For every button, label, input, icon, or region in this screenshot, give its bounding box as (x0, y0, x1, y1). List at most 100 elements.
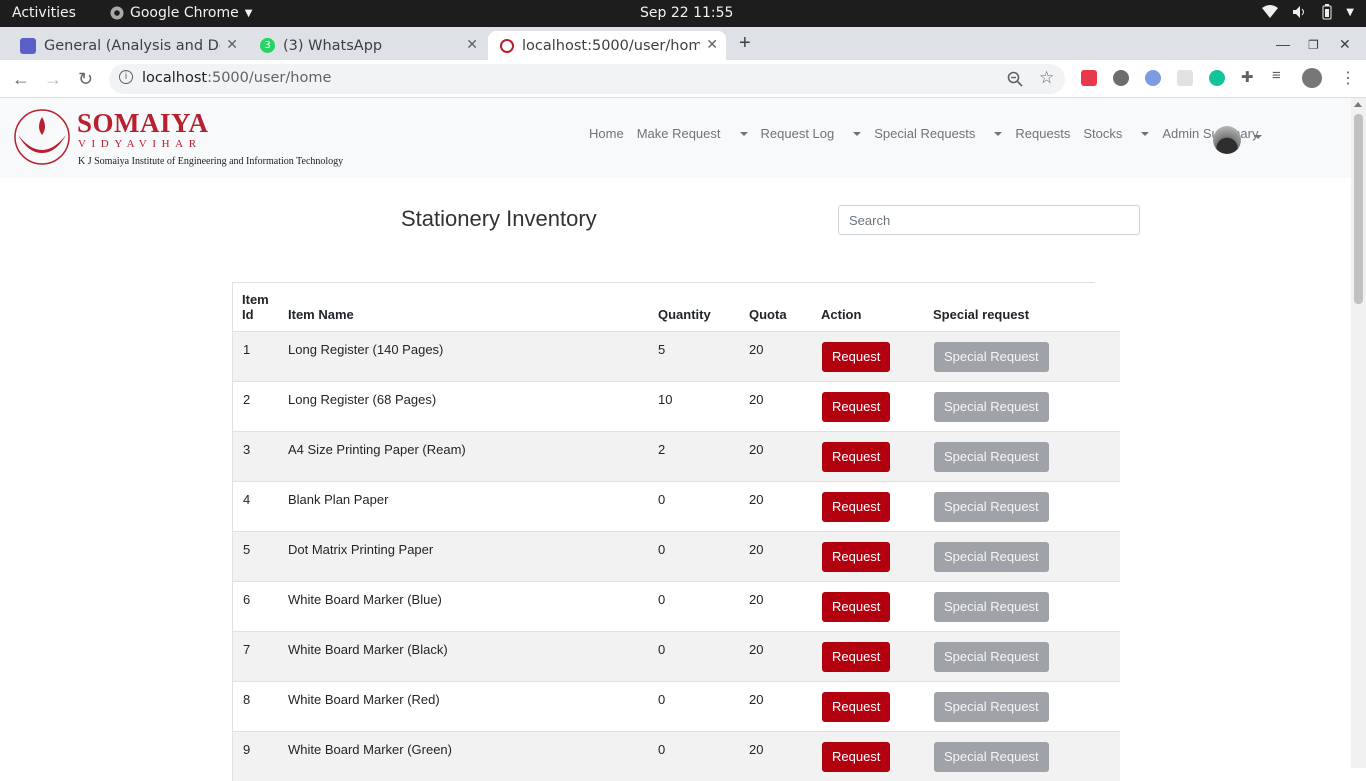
request-button[interactable]: Request (822, 692, 891, 722)
cell-quantity: 0 (658, 542, 666, 557)
cell-quota: 20 (749, 542, 764, 557)
close-icon[interactable]: ✕ (706, 37, 718, 53)
cell-item-id: 1 (243, 342, 251, 357)
close-icon[interactable]: ✕ (466, 37, 478, 53)
cell-item-name: White Board Marker (Blue) (288, 592, 442, 607)
special-request-button[interactable]: Special Request (934, 392, 1049, 422)
grammarly-icon[interactable] (1209, 70, 1225, 86)
forward-icon[interactable]: → (44, 69, 62, 90)
media-icon[interactable]: ≡ (1272, 67, 1288, 84)
new-tab-button[interactable]: + (739, 32, 751, 55)
nav-requests[interactable]: Requests (1015, 126, 1070, 141)
app-name: Google Chrome (130, 5, 239, 21)
activities-button[interactable]: Activities (12, 5, 76, 21)
page-scrollbar[interactable] (1351, 98, 1366, 768)
zoom-icon[interactable] (1007, 71, 1023, 87)
special-request-button[interactable]: Special Request (934, 492, 1049, 522)
cell-item-name: Long Register (140 Pages) (288, 342, 444, 357)
request-button[interactable]: Request (822, 542, 891, 572)
scroll-up-arrow[interactable] (1354, 102, 1362, 107)
nav-stocks[interactable]: Stocks (1083, 126, 1150, 141)
tab-teams[interactable]: General (Analysis and Des ✕ (8, 31, 246, 60)
tab-title: (3) WhatsApp (283, 37, 383, 54)
wifi-icon (1262, 5, 1279, 18)
nav-label: Stocks (1083, 126, 1123, 141)
more-icon[interactable]: ⋮ (1340, 68, 1356, 88)
close-icon[interactable]: ✕ (226, 37, 238, 53)
somaiya-logo[interactable] (12, 107, 72, 169)
tab-title: localhost:5000/user/home (522, 37, 700, 54)
cell-quantity: 0 (658, 592, 666, 607)
browser-toolbar: ← → ↻ i localhost:5000/user/home ☆ ✚ ≡ ⋮ (0, 60, 1366, 98)
request-button[interactable]: Request (822, 642, 891, 672)
institute-name: K J Somaiya Institute of Engineering and… (78, 156, 344, 167)
request-button[interactable]: Request (822, 592, 891, 622)
back-icon[interactable]: ← (12, 69, 30, 90)
tab-strip: General (Analysis and Des ✕ 3 (3) WhatsA… (0, 27, 1366, 60)
minimize-button[interactable]: — (1276, 36, 1290, 52)
request-button[interactable]: Request (822, 492, 891, 522)
address-bar[interactable]: i localhost:5000/user/home ☆ (109, 64, 1065, 94)
restore-button[interactable]: ❐ (1308, 38, 1319, 52)
user-avatar[interactable] (1213, 126, 1241, 154)
site-info-icon[interactable]: i (119, 70, 133, 84)
cell-item-name: White Board Marker (Black) (288, 642, 448, 657)
cell-item-id: 7 (243, 642, 251, 657)
chevron-down-icon: ▼ (1346, 6, 1354, 18)
cell-item-name: Long Register (68 Pages) (288, 392, 437, 407)
cell-quantity: 0 (658, 642, 666, 657)
url-text[interactable]: localhost:5000/user/home (142, 70, 331, 86)
chevron-down-icon: ▼ (244, 7, 253, 19)
clock[interactable]: Sep 22 11:55 (640, 5, 733, 21)
app-menu[interactable]: Google Chrome ▼ (110, 5, 252, 21)
cell-item-id: 9 (243, 742, 251, 757)
close-window-button[interactable]: ✕ (1339, 36, 1351, 53)
brand-name[interactable]: SOMAIYA (77, 108, 209, 139)
inventory-table-body: 1 Long Register (140 Pages) 5 20 Request Spec… (232, 331, 1120, 781)
cell-item-name: White Board Marker (Red) (288, 692, 440, 707)
table-row: 9 White Board Marker (Green) 0 20 Request Spe… (232, 731, 1120, 781)
special-request-button[interactable]: Special Request (934, 442, 1049, 472)
special-request-button[interactable]: Special Request (934, 642, 1049, 672)
nav-request-log[interactable]: Request Log (761, 126, 862, 141)
nav-make-request[interactable]: Make Request (637, 126, 748, 141)
caret-down-icon[interactable] (1254, 135, 1262, 139)
profile-avatar[interactable] (1302, 68, 1322, 88)
tab-localhost[interactable]: localhost:5000/user/home ✕ (488, 31, 726, 60)
reload-icon[interactable]: ↻ (78, 69, 93, 90)
chrome-icon (110, 6, 124, 20)
special-request-button[interactable]: Special Request (934, 692, 1049, 722)
cell-quota: 20 (749, 642, 764, 657)
star-icon[interactable]: ☆ (1039, 68, 1054, 88)
nav-home[interactable]: Home (589, 126, 624, 141)
request-button[interactable]: Request (822, 442, 891, 472)
request-button[interactable]: Request (822, 342, 891, 372)
pocket-icon[interactable] (1081, 70, 1097, 86)
nav-special-requests[interactable]: Special Requests (874, 126, 1003, 141)
cell-quota: 20 (749, 342, 764, 357)
extension-icon[interactable] (1177, 70, 1193, 86)
cell-quota: 20 (749, 492, 764, 507)
special-request-button[interactable]: Special Request (934, 542, 1049, 572)
bug-icon[interactable] (1113, 70, 1129, 86)
cell-item-name: Dot Matrix Printing Paper (288, 542, 434, 557)
brand-subtitle: VIDYAVIHAR (78, 138, 202, 150)
table-row: 3 A4 Size Printing Paper (Ream) 2 20 Request… (232, 431, 1120, 481)
tab-whatsapp[interactable]: 3 (3) WhatsApp ✕ (248, 31, 486, 60)
cell-item-id: 3 (243, 442, 251, 457)
scrollbar-thumb[interactable] (1354, 114, 1363, 304)
nav-label: Request Log (760, 126, 835, 141)
puzzle-icon[interactable]: ✚ (1241, 68, 1257, 86)
battery-icon (1322, 4, 1332, 20)
search-input[interactable] (838, 205, 1140, 235)
special-request-button[interactable]: Special Request (934, 342, 1049, 372)
extension-icon[interactable] (1145, 70, 1161, 86)
system-tray[interactable]: ▼ (1262, 4, 1354, 20)
cell-quota: 20 (749, 442, 764, 457)
request-button[interactable]: Request (822, 392, 891, 422)
cell-quota: 20 (749, 592, 764, 607)
cell-item-id: 4 (243, 492, 251, 507)
special-request-button[interactable]: Special Request (934, 592, 1049, 622)
nav-admin-summary[interactable]: Admin Summary (1162, 126, 1258, 141)
caret-down-icon (994, 131, 1003, 136)
